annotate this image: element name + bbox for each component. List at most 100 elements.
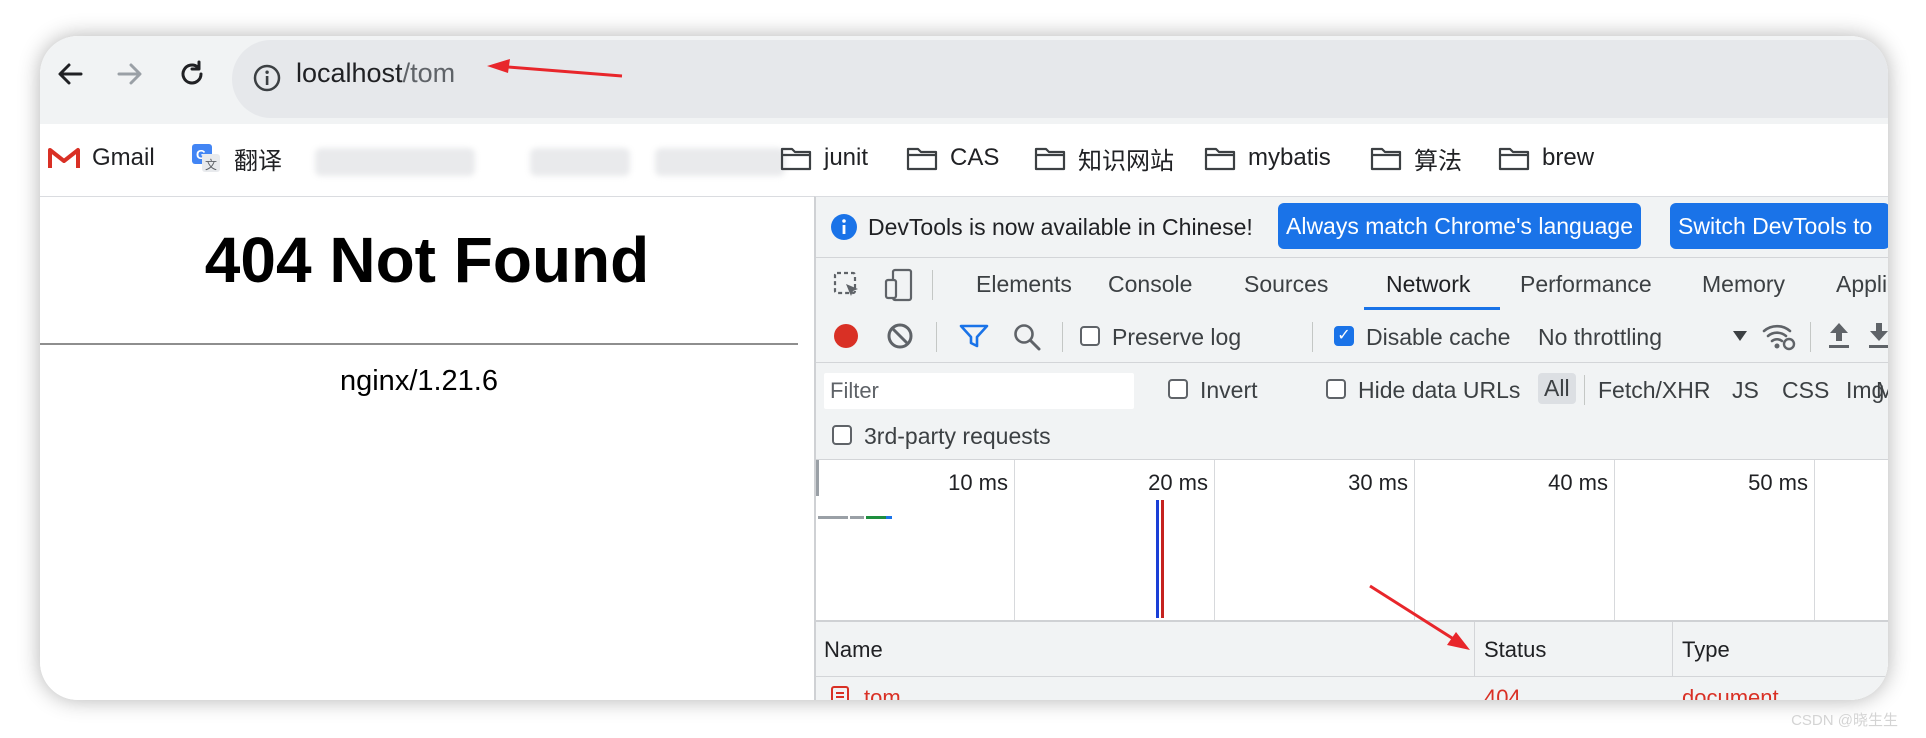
timeline-tick-label: 50 ms bbox=[1748, 470, 1808, 495]
address-bar[interactable] bbox=[232, 40, 1888, 118]
column-header-name[interactable]: Name bbox=[824, 637, 883, 663]
third-party-checkbox[interactable] bbox=[832, 425, 852, 445]
switch-devtools-button[interactable]: Switch DevTools to bbox=[1670, 203, 1888, 249]
url-text[interactable]: localhost/tom bbox=[296, 58, 455, 89]
disable-cache-label[interactable]: Disable cache bbox=[1366, 324, 1510, 351]
inspect-element-icon[interactable] bbox=[832, 270, 862, 300]
page-title: 404 Not Found bbox=[204, 224, 650, 296]
tab-memory[interactable]: Memory bbox=[1702, 271, 1785, 298]
timeline-tick-label: 30 ms bbox=[1348, 470, 1408, 495]
network-conditions-icon[interactable] bbox=[1762, 320, 1796, 352]
tab-elements[interactable]: Elements bbox=[976, 271, 1072, 298]
table-row[interactable]: tom 404 document bbox=[816, 677, 1888, 700]
request-receive-bar bbox=[886, 516, 892, 519]
reload-icon bbox=[181, 60, 203, 85]
bookmark-folder-cas[interactable]: CAS bbox=[906, 140, 999, 176]
server-signature: nginx/1.21.6 bbox=[339, 365, 498, 397]
search-icon[interactable] bbox=[1012, 322, 1042, 352]
devtools-infobar: DevTools is now available in Chinese! Al… bbox=[816, 197, 1888, 257]
back-button[interactable] bbox=[46, 50, 94, 98]
tab-application[interactable]: Appli bbox=[1836, 271, 1887, 298]
tab-sources[interactable]: Sources bbox=[1244, 271, 1328, 298]
preserve-log-label[interactable]: Preserve log bbox=[1112, 324, 1241, 351]
bookmark-folder-algorithms[interactable]: 算法 bbox=[1370, 140, 1462, 176]
filter-input[interactable]: Filter bbox=[824, 373, 1134, 409]
folder-icon bbox=[780, 147, 812, 171]
browser-window: localhost/tom Gmail G文 翻译 junit CAS 知识网站… bbox=[40, 36, 1888, 700]
request-status: 404 bbox=[1484, 685, 1521, 700]
request-name[interactable]: tom bbox=[864, 685, 901, 700]
blurred-bookmark[interactable] bbox=[530, 148, 630, 176]
always-match-language-button[interactable]: Always match Chrome's language bbox=[1278, 203, 1641, 249]
hide-data-urls-label[interactable]: Hide data URLs bbox=[1358, 377, 1520, 404]
invert-label[interactable]: Invert bbox=[1200, 377, 1258, 404]
timeline-tick-label: 40 ms bbox=[1548, 470, 1608, 495]
arrow-right-icon bbox=[117, 63, 142, 85]
bookmark-label: CAS bbox=[950, 144, 1000, 171]
filter-type-all[interactable]: All bbox=[1538, 373, 1576, 404]
bookmark-translate[interactable]: G文 翻译 bbox=[190, 140, 282, 176]
blurred-bookmark[interactable] bbox=[655, 148, 785, 176]
request-table-header: Name Status Type bbox=[816, 622, 1888, 677]
request-download-bar bbox=[866, 516, 886, 519]
record-icon[interactable] bbox=[832, 322, 860, 350]
bookmark-folder-mybatis[interactable]: mybatis bbox=[1204, 140, 1331, 176]
toolbar-separator bbox=[1584, 375, 1585, 405]
filter-type-css[interactable]: CSS bbox=[1782, 377, 1829, 404]
bookmark-folder-junit[interactable]: junit bbox=[780, 140, 868, 176]
toolbar-separator bbox=[1810, 322, 1811, 352]
tab-network[interactable]: Network bbox=[1386, 271, 1470, 298]
third-party-label[interactable]: 3rd-party requests bbox=[864, 423, 1051, 450]
column-header-status[interactable]: Status bbox=[1484, 637, 1546, 663]
svg-text:文: 文 bbox=[205, 157, 217, 172]
request-queue-bar bbox=[850, 516, 864, 519]
folder-icon bbox=[1498, 147, 1530, 171]
column-header-type[interactable]: Type bbox=[1682, 637, 1730, 663]
timeline-gridline bbox=[1614, 460, 1615, 620]
device-toolbar-icon[interactable] bbox=[884, 268, 914, 302]
timeline-tick-label: 10 ms bbox=[948, 470, 1008, 495]
gmail-icon bbox=[48, 148, 80, 168]
bookmark-gmail[interactable]: Gmail bbox=[48, 140, 155, 176]
timeline-gridline bbox=[1014, 460, 1015, 620]
blurred-bookmark[interactable] bbox=[315, 148, 475, 176]
toolbar-separator bbox=[932, 270, 933, 300]
disable-cache-checkbox[interactable]: ✓ bbox=[1334, 326, 1354, 346]
reload-button[interactable] bbox=[168, 50, 216, 98]
url-host: localhost bbox=[296, 58, 403, 88]
bookmark-label: brew bbox=[1542, 144, 1595, 171]
folder-icon bbox=[1034, 147, 1066, 171]
filter-type-fetch-xhr[interactable]: Fetch/XHR bbox=[1598, 377, 1710, 404]
url-path: /tom bbox=[402, 58, 456, 88]
filter-type-media[interactable]: M bbox=[1876, 377, 1888, 404]
timeline-gridline bbox=[1414, 460, 1415, 620]
info-icon bbox=[831, 214, 857, 240]
request-type: document bbox=[1682, 685, 1779, 700]
toolbar-separator bbox=[936, 322, 937, 352]
network-overview-timeline[interactable]: 10 ms 20 ms 30 ms 40 ms 50 ms bbox=[816, 460, 1888, 622]
forward-button[interactable] bbox=[106, 50, 154, 98]
divider bbox=[40, 343, 798, 345]
filter-icon[interactable] bbox=[958, 322, 990, 350]
clear-icon[interactable] bbox=[886, 322, 914, 350]
tab-performance[interactable]: Performance bbox=[1520, 271, 1652, 298]
domcontentloaded-marker bbox=[1156, 500, 1159, 618]
infobar-message: DevTools is now available in Chinese! bbox=[868, 214, 1253, 240]
info-circle-icon[interactable] bbox=[252, 63, 282, 93]
watermark: CSDN @晓生生 bbox=[1791, 712, 1898, 729]
timeline-gridline bbox=[1814, 460, 1815, 620]
hide-data-urls-checkbox[interactable] bbox=[1326, 379, 1346, 399]
export-har-icon[interactable] bbox=[1866, 320, 1888, 350]
bookmark-folder-knowledge[interactable]: 知识网站 bbox=[1034, 140, 1174, 176]
bookmark-folder-brew[interactable]: brew bbox=[1498, 140, 1594, 176]
throttling-select[interactable]: No throttling bbox=[1538, 324, 1662, 351]
translate-icon: G文 bbox=[192, 144, 220, 172]
tab-console[interactable]: Console bbox=[1108, 271, 1192, 298]
invert-checkbox[interactable] bbox=[1168, 379, 1188, 399]
preserve-log-checkbox[interactable] bbox=[1080, 326, 1100, 346]
browser-toolbar: localhost/tom bbox=[40, 36, 1888, 124]
chevron-down-icon[interactable] bbox=[1732, 330, 1748, 342]
import-har-icon[interactable] bbox=[1826, 320, 1852, 350]
filter-type-js[interactable]: JS bbox=[1732, 377, 1759, 404]
network-toolbar: Preserve log ✓ Disable cache No throttli… bbox=[816, 310, 1888, 363]
